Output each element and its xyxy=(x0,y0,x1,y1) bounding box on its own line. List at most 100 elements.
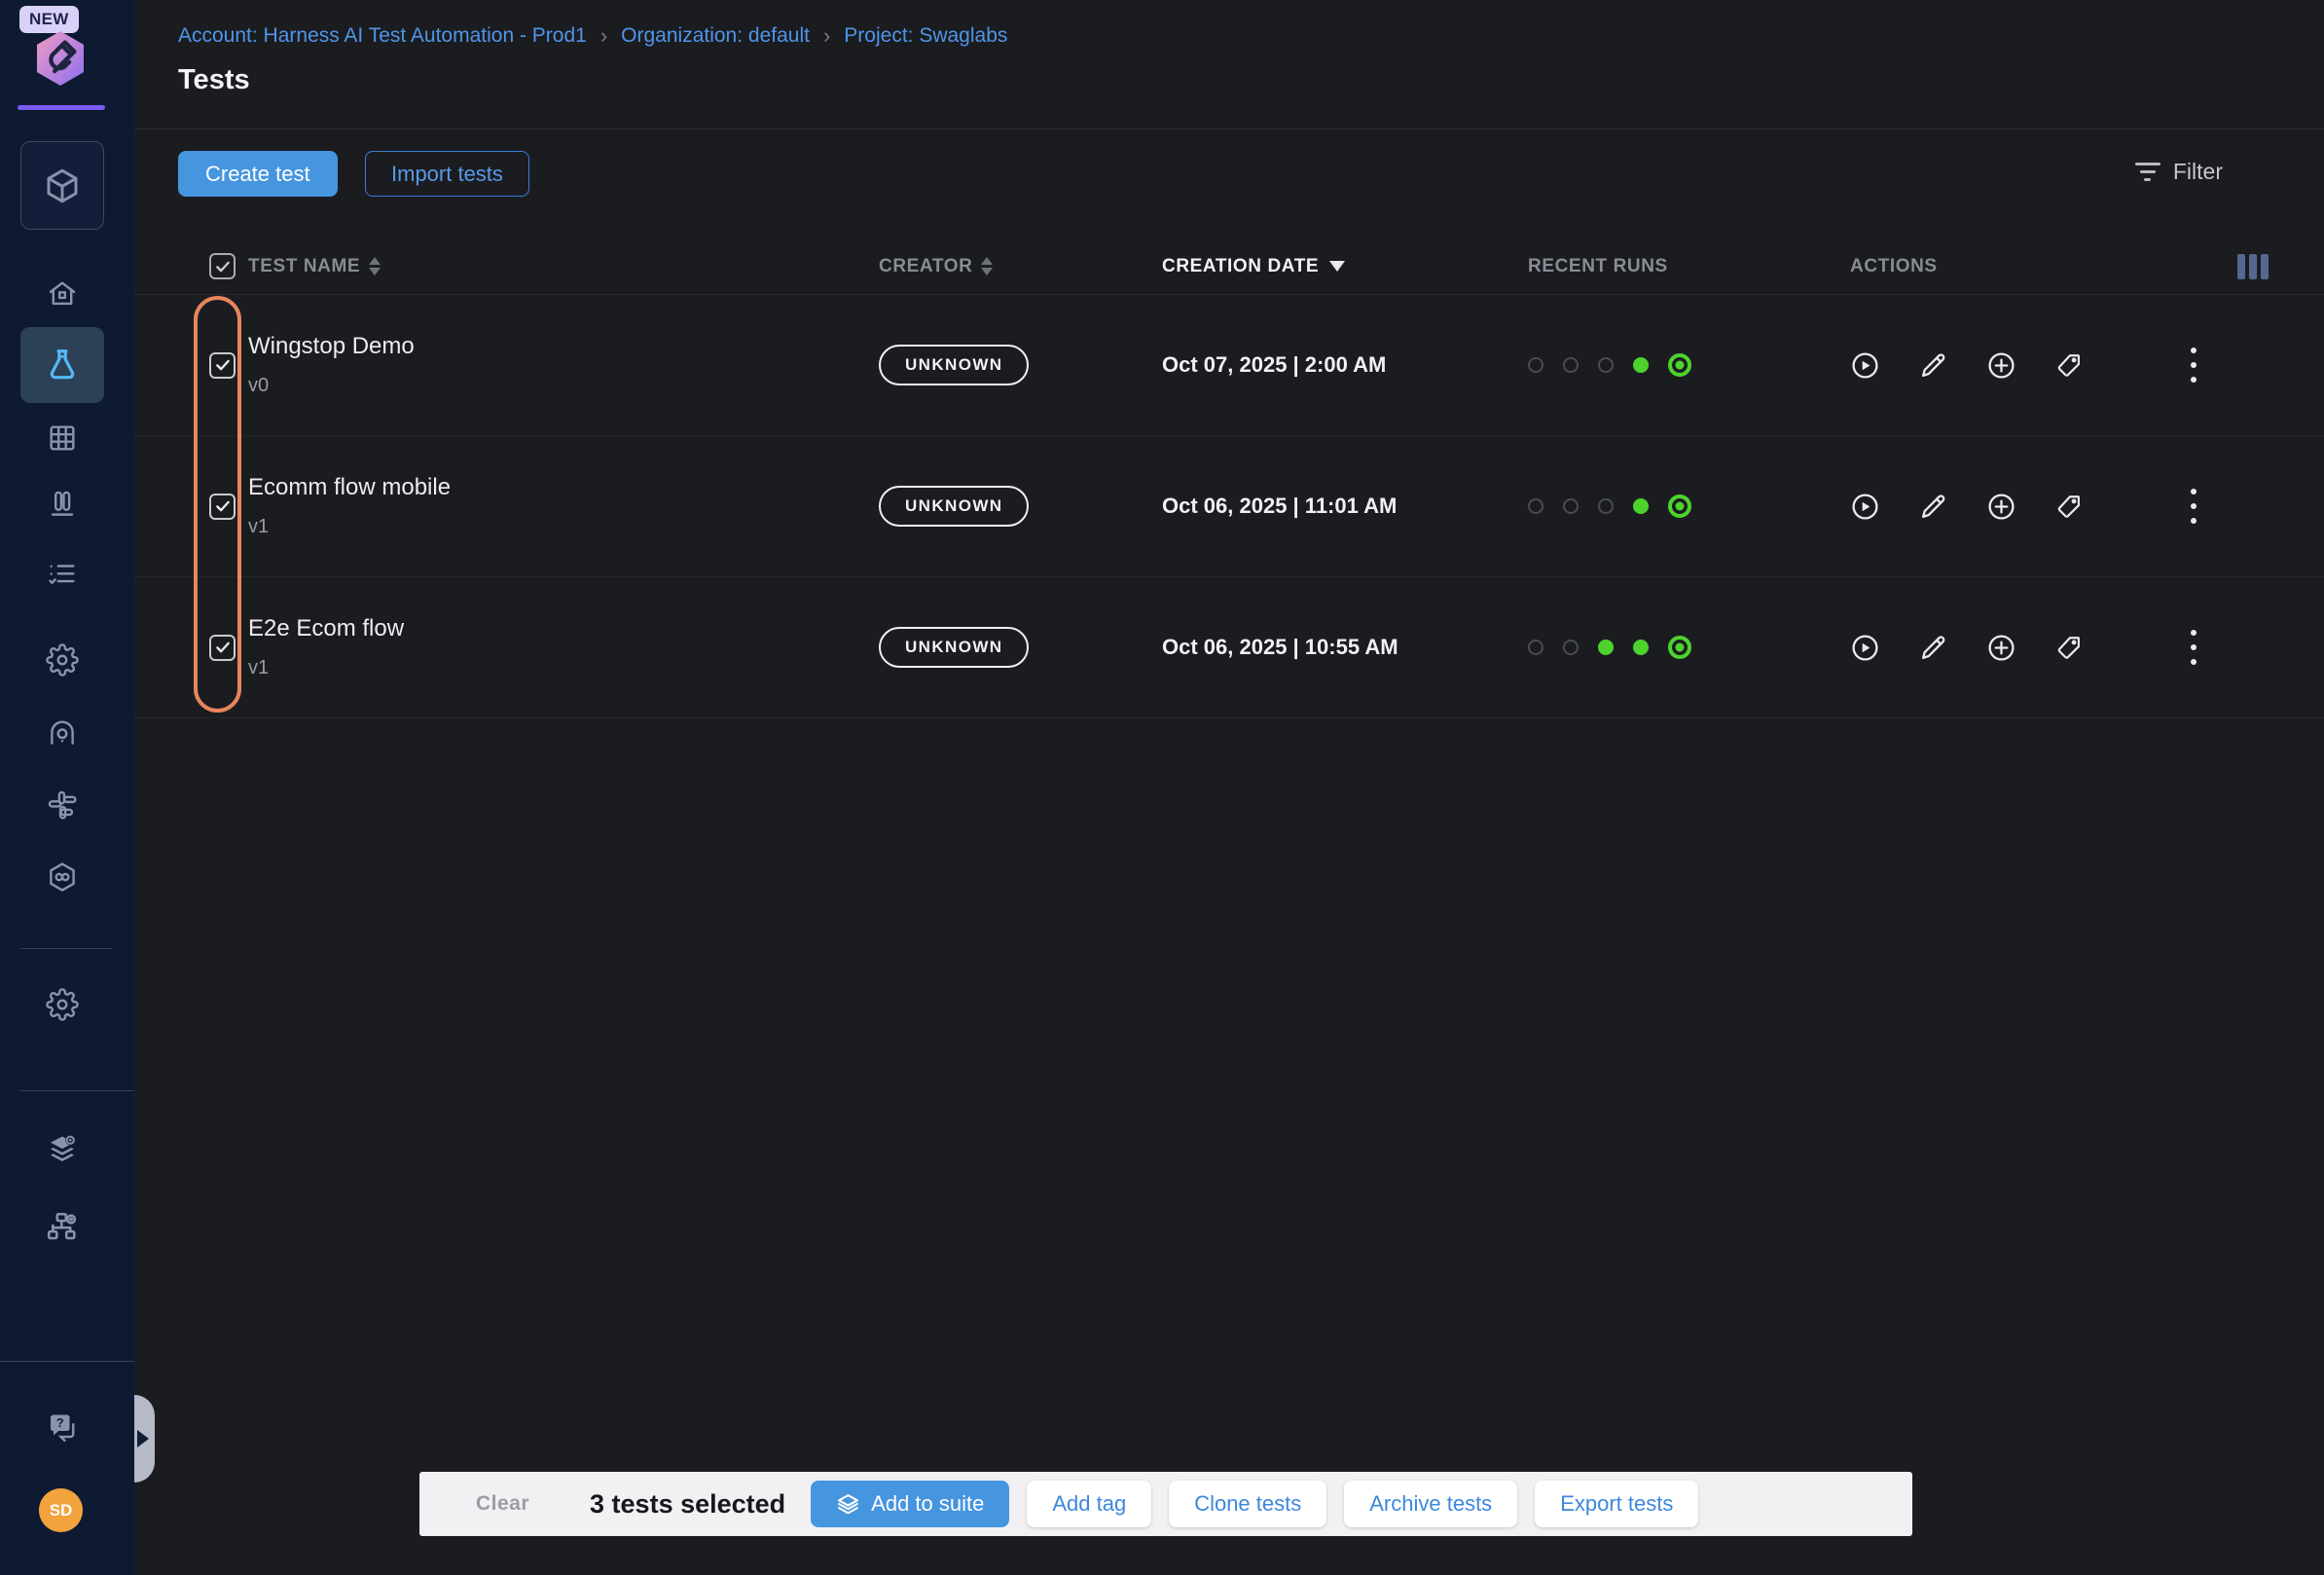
table-row: Ecomm flow mobile v1 UNKNOWN Oct 06, 202… xyxy=(134,436,2324,577)
sidebar-divider xyxy=(19,1090,134,1091)
sidebar-item-resource-settings[interactable] xyxy=(0,1132,125,1167)
row-menu-button[interactable] xyxy=(2191,489,2197,524)
run-status-dot-filled[interactable] xyxy=(1633,498,1649,514)
column-settings-icon[interactable] xyxy=(2237,254,2324,279)
harness-ai-test-automation-logo[interactable] xyxy=(29,27,91,90)
run-status-dot-ring[interactable] xyxy=(1668,636,1691,659)
layers-icon xyxy=(836,1492,860,1517)
run-status-dot-filled[interactable] xyxy=(1598,640,1614,655)
edit-test-button[interactable] xyxy=(1918,350,1948,381)
breadcrumb-organization-link[interactable]: Organization: default xyxy=(621,24,810,48)
breadcrumb-separator: › xyxy=(823,23,830,49)
creator-cell: UNKNOWN xyxy=(879,486,1162,527)
header-divider xyxy=(134,128,2324,129)
table-body: Wingstop Demo v0 UNKNOWN Oct 07, 2025 | … xyxy=(134,295,2324,718)
test-version: v1 xyxy=(248,657,879,679)
sidebar: NEW xyxy=(0,0,134,1575)
integrations-icon xyxy=(46,788,79,822)
creator-cell: UNKNOWN xyxy=(879,627,1162,668)
sidebar-item-integrations[interactable] xyxy=(0,788,125,822)
run-status-dot-ring[interactable] xyxy=(1668,494,1691,518)
sidebar-item-tests-active[interactable] xyxy=(20,327,104,403)
flask-tests-icon xyxy=(44,347,81,384)
run-test-button[interactable] xyxy=(1850,492,1880,522)
test-version: v0 xyxy=(248,375,879,397)
sidebar-item-home[interactable] xyxy=(0,277,125,311)
sidebar-item-runs[interactable] xyxy=(0,558,125,591)
add-to-suite-row-button[interactable] xyxy=(1986,350,2016,381)
settings-gear-icon xyxy=(46,643,79,677)
breadcrumb-project-link[interactable]: Project: Swaglabs xyxy=(844,24,1007,48)
column-header-creation-date[interactable]: CREATION DATE xyxy=(1162,256,1528,277)
table-header-row: TEST NAME CREATOR CREATION DATE RECENT R… xyxy=(134,238,2324,295)
run-status-dot-empty[interactable] xyxy=(1528,498,1543,514)
main-content: Account: Harness AI Test Automation - Pr… xyxy=(134,0,2324,1575)
sidebar-expand-button[interactable] xyxy=(134,1395,155,1483)
filter-button[interactable]: Filter xyxy=(2135,159,2223,185)
row-checkbox[interactable] xyxy=(209,494,236,520)
filter-label: Filter xyxy=(2173,159,2223,185)
tag-button[interactable] xyxy=(2054,351,2083,380)
bulk-actions-bar: Clear 3 tests selected Add to suite Add … xyxy=(419,1472,1912,1536)
run-status-dot-ring[interactable] xyxy=(1668,353,1691,377)
select-all-checkbox[interactable] xyxy=(209,253,236,279)
test-name-cell: E2e Ecom flow v1 xyxy=(248,615,879,679)
add-tag-button[interactable]: Add tag xyxy=(1027,1481,1151,1527)
column-header-actions: ACTIONS xyxy=(1850,256,2209,277)
run-test-button[interactable] xyxy=(1850,633,1880,663)
run-status-dot-empty[interactable] xyxy=(1563,498,1579,514)
sidebar-footer-divider xyxy=(0,1361,134,1362)
sidebar-item-pipelines[interactable] xyxy=(0,861,125,894)
add-to-suite-row-button[interactable] xyxy=(1986,633,2016,663)
help-button[interactable]: ? xyxy=(0,1410,125,1446)
run-status-dot-empty[interactable] xyxy=(1598,357,1614,373)
tests-table: TEST NAME CREATOR CREATION DATE RECENT R… xyxy=(134,238,2324,718)
row-checkbox[interactable] xyxy=(209,352,236,379)
import-tests-button[interactable]: Import tests xyxy=(365,151,529,197)
breadcrumb: Account: Harness AI Test Automation - Pr… xyxy=(178,23,1007,49)
sidebar-item-settings[interactable] xyxy=(0,643,125,677)
run-status-dot-filled[interactable] xyxy=(1633,640,1649,655)
tag-button[interactable] xyxy=(2054,634,2083,662)
edit-test-button[interactable] xyxy=(1918,492,1948,522)
add-to-suite-button[interactable]: Add to suite xyxy=(811,1481,1009,1527)
run-status-dot-empty[interactable] xyxy=(1563,357,1579,373)
creation-date-cell: Oct 06, 2025 | 10:55 AM xyxy=(1162,635,1528,660)
sidebar-item-agents[interactable] xyxy=(0,716,125,750)
sidebar-item-org-settings[interactable] xyxy=(0,1209,125,1244)
add-to-suite-row-button[interactable] xyxy=(1986,492,2016,522)
run-status-dot-empty[interactable] xyxy=(1563,640,1579,655)
sidebar-item-project-settings[interactable] xyxy=(0,988,125,1021)
create-test-button[interactable]: Create test xyxy=(178,151,338,197)
row-checkbox[interactable] xyxy=(209,635,236,661)
row-menu-button[interactable] xyxy=(2191,630,2197,665)
run-status-dot-filled[interactable] xyxy=(1633,357,1649,373)
test-name-link[interactable]: Ecomm flow mobile xyxy=(248,474,879,501)
clear-selection-button[interactable]: Clear xyxy=(476,1492,529,1516)
row-menu-button[interactable] xyxy=(2191,348,2197,383)
sidebar-item-data-tables[interactable] xyxy=(0,421,125,455)
chevron-right-icon xyxy=(137,1430,149,1447)
clone-tests-button[interactable]: Clone tests xyxy=(1169,1481,1326,1527)
test-name-link[interactable]: E2e Ecom flow xyxy=(248,615,879,642)
tag-button[interactable] xyxy=(2054,493,2083,521)
table-row: Wingstop Demo v0 UNKNOWN Oct 07, 2025 | … xyxy=(134,295,2324,436)
column-header-test-name[interactable]: TEST NAME xyxy=(248,256,879,277)
export-tests-button[interactable]: Export tests xyxy=(1535,1481,1698,1527)
run-test-button[interactable] xyxy=(1850,350,1880,381)
edit-test-button[interactable] xyxy=(1918,633,1948,663)
column-header-creator[interactable]: CREATOR xyxy=(879,256,1162,277)
user-avatar[interactable]: SD xyxy=(39,1488,83,1532)
test-version: v1 xyxy=(248,516,879,538)
module-selector-button[interactable] xyxy=(20,141,104,230)
recent-runs-cell xyxy=(1528,494,1850,518)
sidebar-item-suites[interactable] xyxy=(0,488,125,521)
breadcrumb-account-link[interactable]: Account: Harness AI Test Automation - Pr… xyxy=(178,24,587,48)
test-name-link[interactable]: Wingstop Demo xyxy=(248,333,879,360)
run-status-dot-empty[interactable] xyxy=(1528,640,1543,655)
run-status-dot-empty[interactable] xyxy=(1528,357,1543,373)
column-header-recent-runs: RECENT RUNS xyxy=(1528,256,1850,277)
archive-tests-button[interactable]: Archive tests xyxy=(1344,1481,1517,1527)
run-status-dot-empty[interactable] xyxy=(1598,498,1614,514)
creator-cell: UNKNOWN xyxy=(879,345,1162,385)
